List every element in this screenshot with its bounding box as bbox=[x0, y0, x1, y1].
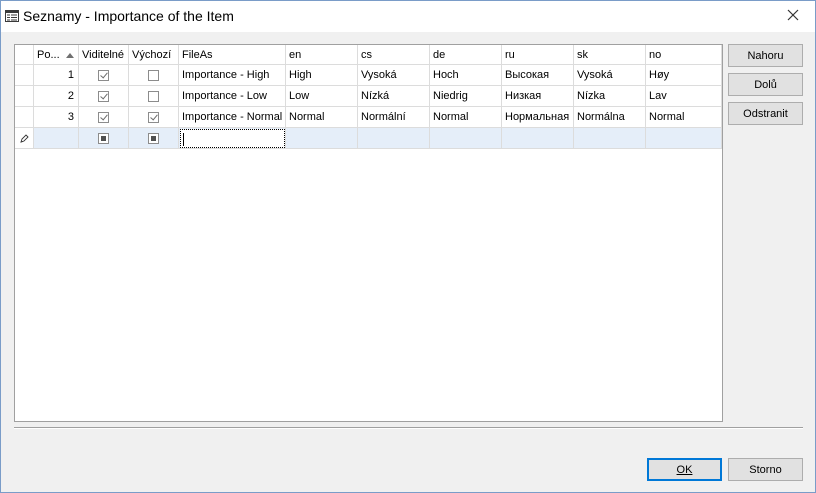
cell-default[interactable] bbox=[129, 65, 179, 86]
cell-fileas[interactable]: Importance - Normal bbox=[179, 107, 286, 128]
cell-cs[interactable]: Vysoká bbox=[358, 65, 430, 86]
cancel-button[interactable]: Storno bbox=[728, 458, 803, 481]
close-icon bbox=[787, 9, 799, 24]
column-header-sk[interactable]: sk bbox=[574, 45, 646, 65]
new-row-cs[interactable] bbox=[358, 128, 430, 149]
cell-default[interactable] bbox=[129, 86, 179, 107]
new-row-default[interactable] bbox=[129, 128, 179, 149]
column-header-ru[interactable]: ru bbox=[502, 45, 574, 65]
column-header-en[interactable]: en bbox=[286, 45, 358, 65]
cell-en[interactable]: Normal bbox=[286, 107, 358, 128]
visible-checkbox-indeterminate[interactable] bbox=[98, 132, 109, 144]
cell-ru[interactable]: Нормальная bbox=[502, 107, 574, 128]
new-row-position[interactable] bbox=[34, 128, 79, 149]
cell-en[interactable]: Low bbox=[286, 86, 358, 107]
new-row-fileas[interactable] bbox=[179, 128, 286, 149]
sort-ascending-icon bbox=[66, 53, 74, 58]
column-header-label: Po... bbox=[37, 49, 60, 61]
cell-de[interactable]: Niedrig bbox=[430, 86, 502, 107]
cell-visible[interactable] bbox=[79, 107, 129, 128]
cell-no[interactable]: Normal bbox=[646, 107, 722, 128]
cell-position[interactable]: 2 bbox=[34, 86, 79, 107]
cell-ru[interactable]: Высокая bbox=[502, 65, 574, 86]
cell-default[interactable] bbox=[129, 107, 179, 128]
row-indicator[interactable] bbox=[15, 86, 34, 107]
row-indicator[interactable] bbox=[15, 107, 34, 128]
column-header-de[interactable]: de bbox=[430, 45, 502, 65]
column-header-label: Viditelné bbox=[82, 49, 124, 61]
column-header-label: cs bbox=[361, 49, 372, 61]
column-header-fileas[interactable]: FileAs bbox=[179, 45, 286, 65]
cell-fileas[interactable]: Importance - Low bbox=[179, 86, 286, 107]
window-title: Seznamy - Importance of the Item bbox=[23, 8, 234, 24]
cell-de[interactable]: Normal bbox=[430, 107, 502, 128]
new-row-en[interactable] bbox=[286, 128, 358, 149]
column-header-visible[interactable]: Viditelné bbox=[79, 45, 129, 65]
column-header-label: ru bbox=[505, 49, 515, 61]
cell-fileas[interactable]: Importance - High bbox=[179, 65, 286, 86]
new-row-indicator[interactable] bbox=[15, 128, 34, 149]
cell-sk[interactable]: Nízka bbox=[574, 86, 646, 107]
column-header-no[interactable]: no bbox=[646, 45, 722, 65]
default-checkbox[interactable] bbox=[148, 90, 159, 102]
cell-visible[interactable] bbox=[79, 86, 129, 107]
cell-position[interactable]: 3 bbox=[34, 107, 79, 128]
ok-button-label: OK bbox=[676, 463, 693, 476]
new-row-ru[interactable] bbox=[502, 128, 574, 149]
ok-button[interactable]: OK bbox=[647, 458, 722, 481]
column-header-label: en bbox=[289, 49, 302, 61]
header-indicator-cell bbox=[15, 45, 34, 65]
visible-checkbox[interactable] bbox=[98, 69, 109, 81]
dialog-window: Seznamy - Importance of the Item Po... V… bbox=[0, 0, 816, 493]
cell-visible[interactable] bbox=[79, 65, 129, 86]
new-row-visible[interactable] bbox=[79, 128, 129, 149]
row-indicator[interactable] bbox=[15, 65, 34, 86]
cell-cs[interactable]: Normální bbox=[358, 107, 430, 128]
cell-no[interactable]: Lav bbox=[646, 86, 722, 107]
close-button[interactable] bbox=[771, 1, 815, 31]
cell-sk[interactable]: Vysoká bbox=[574, 65, 646, 86]
move-down-button[interactable]: Dolů bbox=[728, 73, 803, 96]
visible-checkbox[interactable] bbox=[98, 111, 109, 123]
remove-button[interactable]: Odstranit bbox=[728, 102, 803, 125]
cell-en[interactable]: High bbox=[286, 65, 358, 86]
new-row-no[interactable] bbox=[646, 128, 722, 149]
column-header-label: FileAs bbox=[182, 49, 213, 61]
column-header-label: de bbox=[433, 49, 446, 61]
fileas-edit-input[interactable] bbox=[180, 129, 285, 148]
column-header-position[interactable]: Po... bbox=[34, 45, 79, 65]
pencil-edit-icon bbox=[19, 134, 29, 147]
default-checkbox[interactable] bbox=[148, 69, 159, 81]
cell-ru[interactable]: Низкая bbox=[502, 86, 574, 107]
title-bar: Seznamy - Importance of the Item bbox=[1, 1, 815, 32]
column-header-cs[interactable]: cs bbox=[358, 45, 430, 65]
cell-de[interactable]: Hoch bbox=[430, 65, 502, 86]
indicator-column-filler bbox=[15, 149, 34, 421]
move-up-button[interactable]: Nahoru bbox=[728, 44, 803, 67]
cell-position[interactable]: 1 bbox=[34, 65, 79, 86]
footer-separator bbox=[14, 427, 803, 429]
column-header-label: Výchozí bbox=[132, 49, 172, 61]
default-checkbox[interactable] bbox=[148, 111, 159, 123]
cell-sk[interactable]: Normálna bbox=[574, 107, 646, 128]
new-row-sk[interactable] bbox=[574, 128, 646, 149]
new-row-de[interactable] bbox=[430, 128, 502, 149]
text-caret bbox=[183, 133, 184, 146]
data-grid[interactable]: Po... Viditelné Výchozí FileAs en cs de … bbox=[14, 44, 723, 422]
visible-checkbox[interactable] bbox=[98, 90, 109, 102]
default-checkbox-indeterminate[interactable] bbox=[148, 132, 159, 144]
column-header-default[interactable]: Výchozí bbox=[129, 45, 179, 65]
cell-cs[interactable]: Nízká bbox=[358, 86, 430, 107]
cell-no[interactable]: Høy bbox=[646, 65, 722, 86]
column-header-label: sk bbox=[577, 49, 588, 61]
column-header-label: no bbox=[649, 49, 662, 61]
list-window-icon bbox=[5, 10, 19, 22]
